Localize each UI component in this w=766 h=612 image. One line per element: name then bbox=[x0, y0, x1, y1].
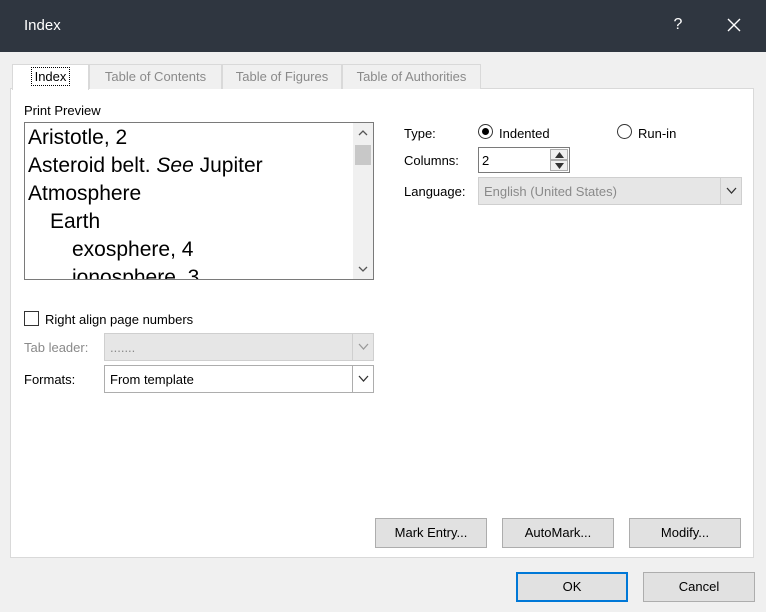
chevron-down-icon bbox=[726, 187, 737, 194]
chevron-down-icon bbox=[358, 375, 369, 382]
columns-value: 2 bbox=[482, 153, 490, 168]
runin-label: Run-in bbox=[638, 126, 677, 141]
preview-line-prefix: Asteroid belt. bbox=[28, 154, 157, 177]
columns-decrement-button[interactable] bbox=[550, 160, 568, 171]
language-dropdown[interactable]: English (United States) bbox=[478, 177, 742, 205]
tab-table-of-figures[interactable]: Table of Figures bbox=[222, 64, 342, 89]
scroll-down-button[interactable] bbox=[353, 259, 373, 279]
preview-line-see: See bbox=[156, 154, 194, 177]
triangle-down-icon bbox=[555, 163, 564, 169]
tab-leader-dropdown[interactable]: ....... bbox=[104, 333, 374, 361]
triangle-up-icon bbox=[555, 152, 564, 158]
help-button[interactable]: ? bbox=[666, 13, 690, 37]
language-arrow[interactable] bbox=[720, 178, 741, 204]
chevron-up-icon bbox=[358, 130, 368, 136]
type-label: Type: bbox=[404, 126, 436, 141]
preview-line: Earth bbox=[50, 210, 101, 233]
preview-line: ionosphere, 3 bbox=[72, 266, 200, 280]
title-bar: Index ? bbox=[0, 0, 766, 52]
chevron-down-icon bbox=[358, 266, 368, 272]
preview-line: exosphere, 4 bbox=[72, 238, 194, 261]
tab-leader-label: Tab leader: bbox=[24, 340, 89, 355]
close-icon bbox=[727, 18, 741, 32]
language-value: English (United States) bbox=[484, 184, 617, 199]
automark-button[interactable]: AutoMark... bbox=[502, 518, 614, 548]
formats-value: From template bbox=[110, 372, 194, 387]
radio-selected-dot bbox=[482, 128, 489, 135]
ok-button[interactable]: OK bbox=[516, 572, 628, 602]
tab-index[interactable]: Index bbox=[12, 64, 89, 90]
print-preview-box[interactable]: Aristotle, 2 Asteroid belt. See Jupiter … bbox=[24, 122, 374, 280]
tab-leader-value: ....... bbox=[110, 340, 136, 355]
chevron-down-icon bbox=[358, 343, 369, 350]
preview-scrollbar[interactable] bbox=[353, 123, 373, 279]
language-label: Language: bbox=[404, 184, 466, 199]
modify-button[interactable]: Modify... bbox=[629, 518, 741, 548]
tab-index-label: Index bbox=[30, 67, 71, 86]
tab-table-of-contents[interactable]: Table of Contents bbox=[89, 64, 222, 89]
indented-label: Indented bbox=[499, 126, 550, 141]
tab-leader-arrow[interactable] bbox=[352, 334, 373, 360]
scroll-thumb[interactable] bbox=[355, 145, 371, 165]
columns-label: Columns: bbox=[404, 153, 459, 168]
formats-arrow[interactable] bbox=[352, 366, 373, 392]
tab-table-of-authorities-label: Table of Authorities bbox=[356, 69, 467, 84]
right-align-label: Right align page numbers bbox=[45, 312, 194, 327]
right-align-checkbox[interactable] bbox=[24, 311, 39, 326]
tab-table-of-figures-label: Table of Figures bbox=[235, 69, 329, 84]
preview-line: Atmosphere bbox=[28, 182, 142, 205]
formats-label: Formats: bbox=[24, 372, 76, 387]
preview-line-suffix: Jupiter bbox=[193, 154, 263, 177]
preview-line: Asteroid belt. See Jupiter bbox=[28, 152, 263, 180]
mark-entry-button[interactable]: Mark Entry... bbox=[375, 518, 487, 548]
runin-radio[interactable] bbox=[617, 124, 632, 139]
print-preview-label: Print Preview bbox=[24, 103, 101, 118]
columns-increment-button[interactable] bbox=[550, 149, 568, 160]
tab-table-of-authorities[interactable]: Table of Authorities bbox=[342, 64, 481, 89]
preview-line: Aristotle, 2 bbox=[28, 126, 128, 149]
tab-table-of-contents-label: Table of Contents bbox=[104, 69, 207, 84]
cancel-button[interactable]: Cancel bbox=[643, 572, 755, 602]
dialog-title: Index bbox=[24, 17, 61, 34]
columns-stepper[interactable]: 2 bbox=[478, 147, 570, 173]
scroll-up-button[interactable] bbox=[353, 123, 373, 143]
indented-radio[interactable] bbox=[478, 124, 493, 139]
formats-dropdown[interactable]: From template bbox=[104, 365, 374, 393]
close-button[interactable] bbox=[722, 13, 746, 37]
